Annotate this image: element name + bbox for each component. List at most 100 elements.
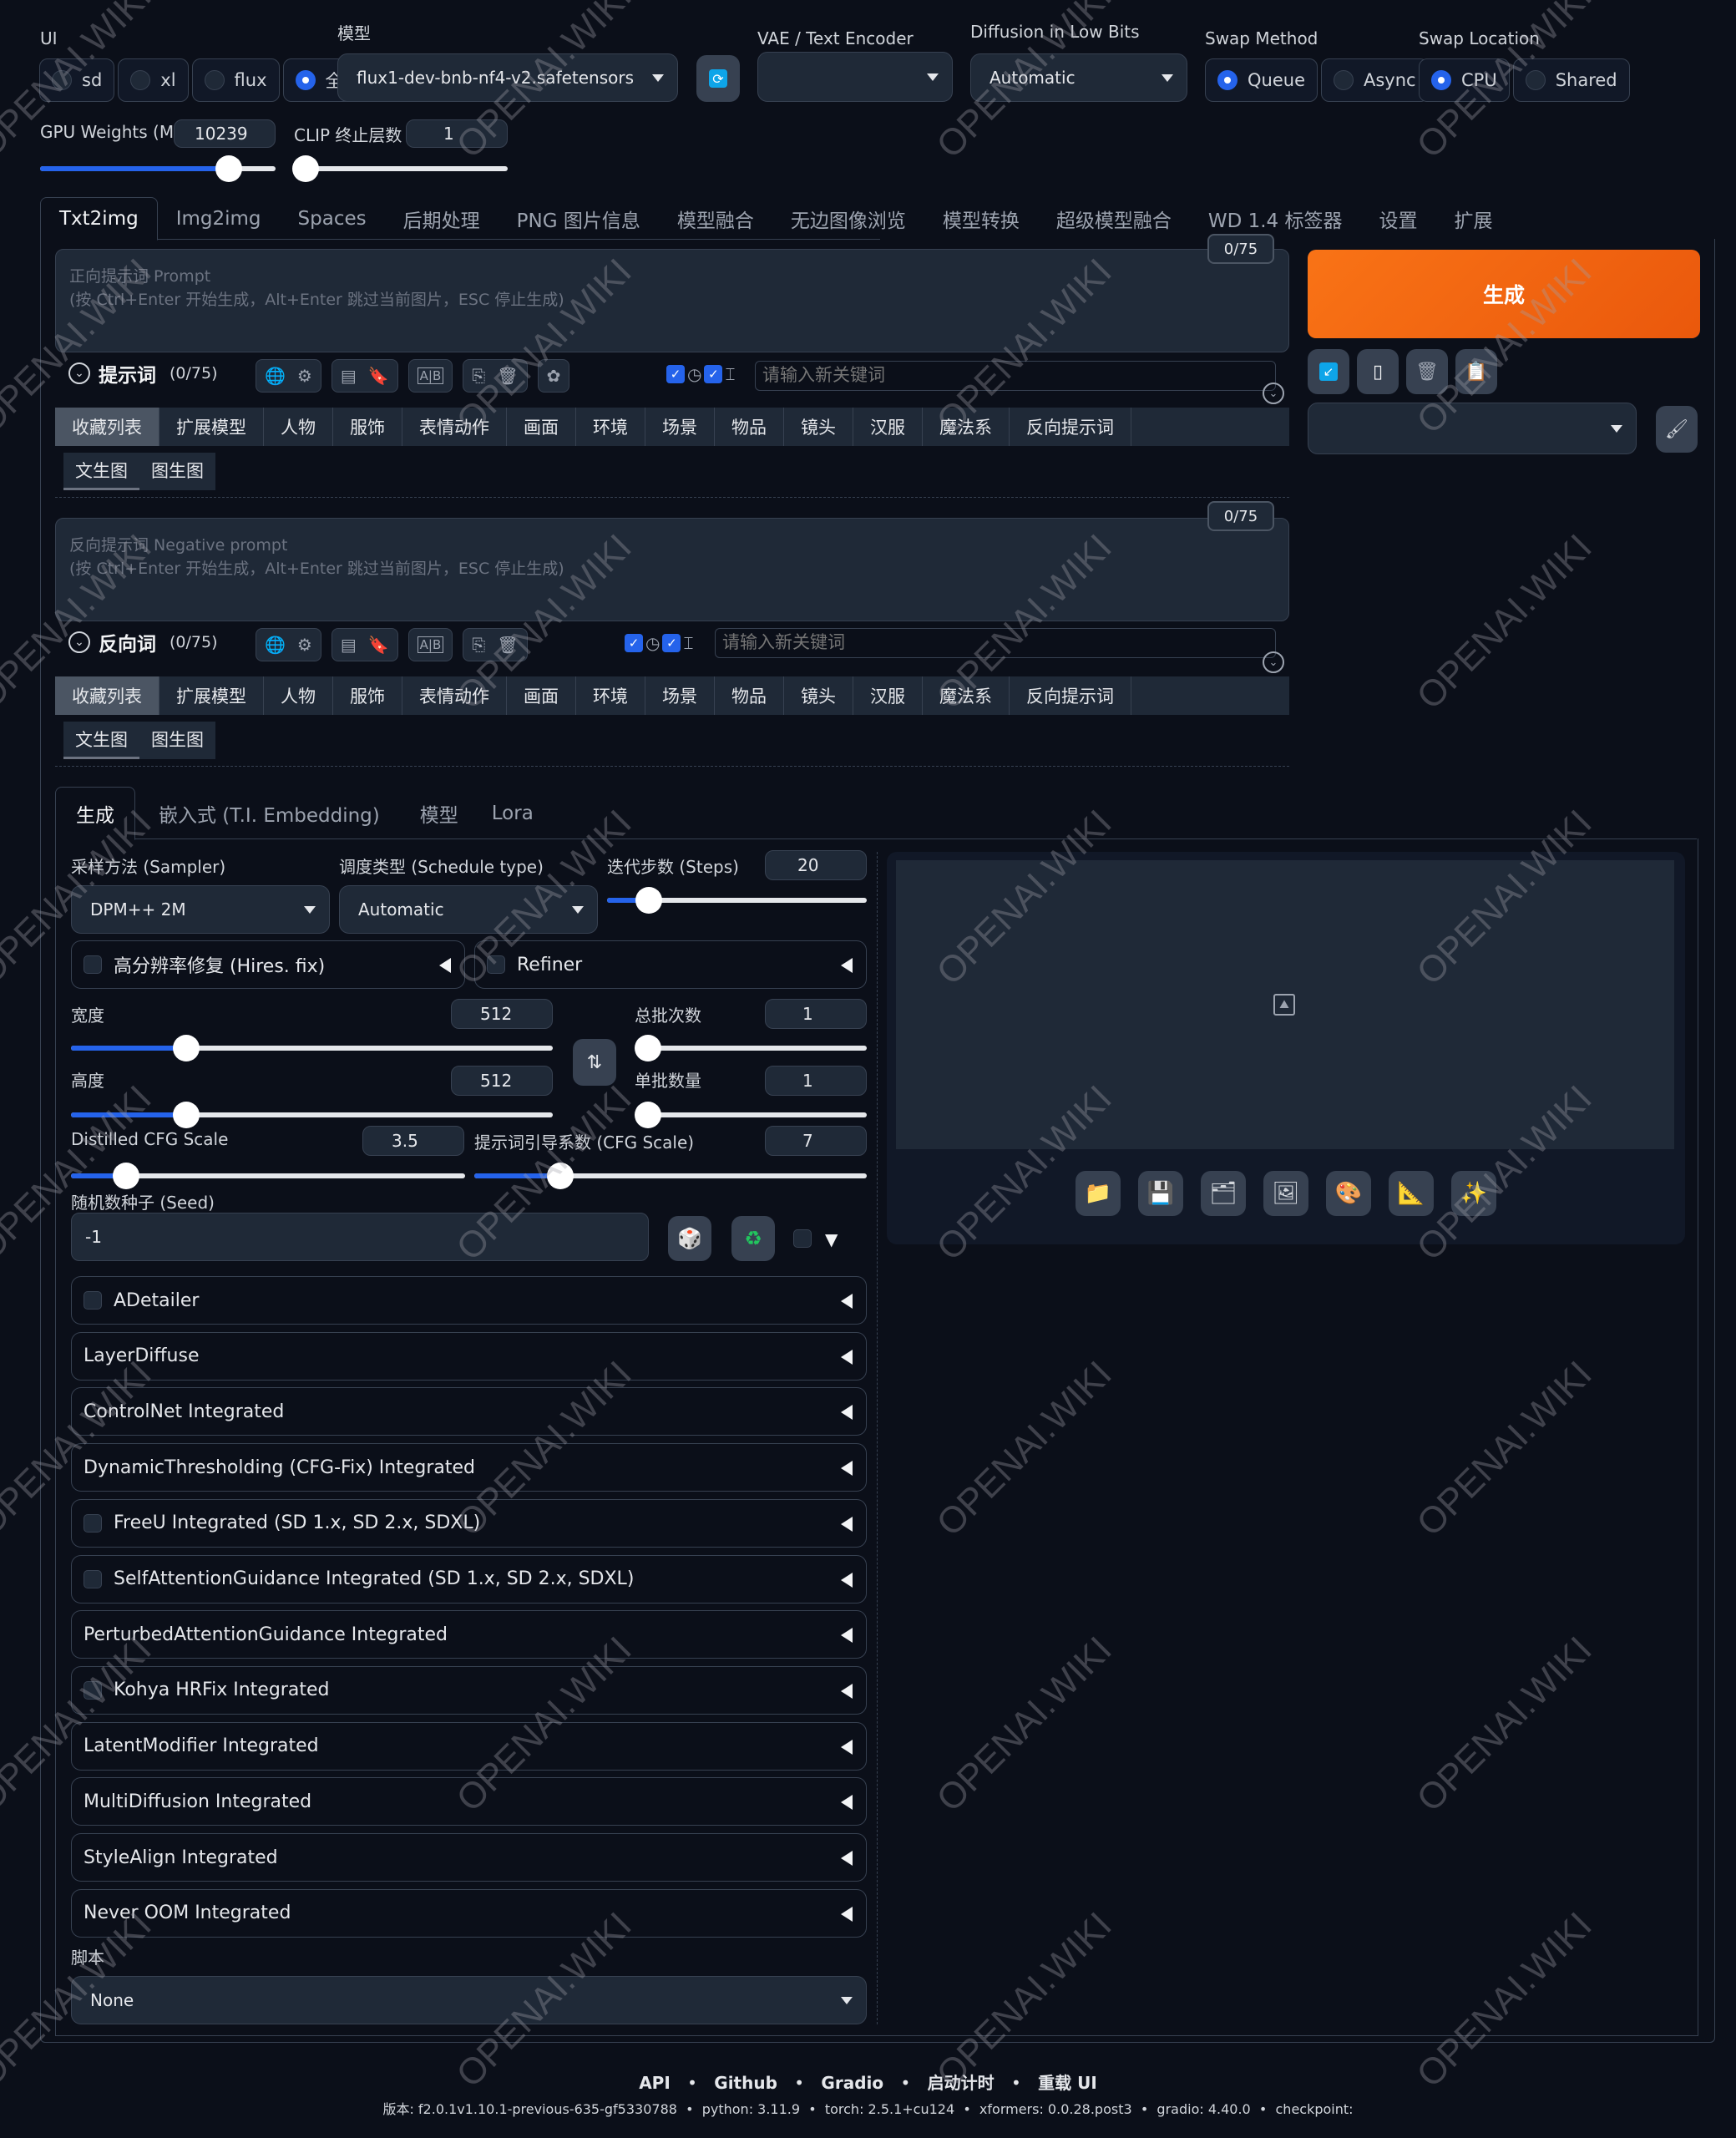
clear-button[interactable]: 🗑 (1406, 349, 1448, 394)
slider-handle[interactable] (635, 1035, 661, 1061)
subtag-img2img[interactable]: 图生图 (139, 722, 215, 759)
bookmark-icon[interactable]: 🔖 (368, 635, 389, 655)
subtag-txt2img[interactable]: 文生图 (63, 453, 139, 490)
footer-link[interactable]: 启动计时 (928, 2073, 995, 2093)
copy-icon[interactable]: ⎘ (472, 366, 485, 386)
checkbox-checked-icon[interactable]: ✓ (625, 634, 643, 652)
edit-styles-button[interactable]: 🖌 (1656, 406, 1698, 453)
cfg-scale-input[interactable]: 7 (765, 1126, 867, 1156)
batch-size-input[interactable]: 1 (765, 1066, 867, 1096)
checkbox-checked-icon[interactable]: ✓ (662, 634, 681, 652)
negative-toolbar-title[interactable]: ⌄ 反向词 (0/75) (68, 628, 218, 656)
accordion-checkbox[interactable] (84, 1513, 102, 1533)
gpu-weights-slider[interactable] (40, 155, 276, 182)
tag-category[interactable]: 魔法系 (923, 408, 1010, 446)
prompt-textarea[interactable]: 正向提示词 Prompt (按 Ctrl+Enter 开始生成，Alt+Ente… (55, 249, 1289, 352)
accordion-item[interactable]: LatentModifier Integrated (71, 1721, 867, 1771)
accordion-checkbox[interactable] (84, 1680, 102, 1700)
zip-button[interactable]: 🗂 (1201, 1171, 1246, 1216)
accordion-checkbox[interactable] (84, 1569, 102, 1588)
gear-icon[interactable]: ⚙ (297, 635, 312, 655)
tab-6[interactable]: 无边图像浏览 (772, 197, 924, 241)
ui-option-xl[interactable]: xl (118, 58, 189, 102)
steps-slider[interactable] (607, 887, 867, 914)
accordion-item[interactable]: ADetailer (71, 1276, 867, 1325)
folder-button[interactable]: 📁 (1076, 1171, 1121, 1216)
batch-count-slider[interactable] (635, 1035, 867, 1061)
slider-handle[interactable] (113, 1163, 140, 1189)
tag-category[interactable]: 画面 (507, 408, 576, 446)
tag-category[interactable]: 表情动作 (402, 408, 507, 446)
slider-handle[interactable] (635, 887, 662, 914)
ab-swap-icon[interactable]: A|B (417, 367, 444, 384)
sparkles-button[interactable]: ✨ (1451, 1171, 1496, 1216)
save-button[interactable]: 💾 (1138, 1171, 1183, 1216)
tab-11[interactable]: 扩展 (1436, 197, 1511, 241)
ruler-button[interactable]: 📐 (1389, 1171, 1434, 1216)
swap-method-queue[interactable]: Queue (1205, 58, 1318, 102)
prompt-toolbar-title[interactable]: ⌄ 提示词 (0/75) (68, 359, 218, 388)
accordion-item[interactable]: LayerDiffuse (71, 1331, 867, 1381)
tag-category[interactable]: 人物 (264, 408, 333, 446)
width-slider[interactable] (71, 1035, 553, 1061)
hires-fix-accordion[interactable]: 高分辨率修复 (Hires. fix) (71, 940, 465, 989)
ui-option-flux[interactable]: flux (191, 58, 280, 102)
swap-location-cpu[interactable]: CPU (1419, 58, 1510, 102)
tab-0[interactable]: Txt2img (40, 197, 158, 241)
clip-skip-slider[interactable] (292, 155, 508, 182)
accordion-item[interactable]: PerturbedAttentionGuidance Integrated (71, 1610, 867, 1659)
accordion-item[interactable]: MultiDiffusion Integrated (71, 1777, 867, 1826)
tag-category[interactable]: 反向提示词 (1010, 676, 1131, 715)
bookmark-icon[interactable]: 🔖 (368, 366, 389, 386)
history-icon[interactable]: ▤ (341, 366, 357, 386)
tag-category[interactable]: 环境 (576, 676, 645, 715)
distilled-cfg-input[interactable]: 3.5 (362, 1126, 464, 1156)
tab-7[interactable]: 模型转换 (924, 197, 1038, 241)
globe-icon[interactable]: 🌐 (265, 366, 286, 386)
tag-category[interactable]: 场景 (645, 408, 715, 446)
tag-category[interactable]: 魔法系 (923, 676, 1010, 715)
tag-category[interactable]: 服饰 (333, 676, 402, 715)
model-select[interactable]: flux1-dev-bnb-nf4-v2.safetensors (337, 53, 678, 102)
tag-category[interactable]: 收藏列表 (55, 408, 159, 446)
accordion-checkbox[interactable] (84, 1291, 102, 1310)
subtag-img2img[interactable]: 图生图 (139, 453, 215, 490)
height-slider[interactable] (71, 1102, 553, 1128)
distilled-cfg-slider[interactable] (71, 1163, 465, 1189)
globe-icon[interactable]: 🌐 (265, 635, 286, 655)
refiner-checkbox[interactable] (487, 955, 505, 974)
accordion-item[interactable]: Kohya HRFix Integrated (71, 1665, 867, 1715)
subtab-model[interactable]: 模型 (403, 799, 475, 828)
slider-handle[interactable] (635, 1102, 661, 1128)
batch-count-input[interactable]: 1 (765, 999, 867, 1029)
sampler-select[interactable]: DPM++ 2M (71, 885, 330, 934)
height-input[interactable]: 512 (451, 1066, 553, 1096)
extra-seed-toggle-icon[interactable]: ▼ (825, 1229, 838, 1249)
prompt-keyword-input[interactable] (755, 361, 1276, 391)
slider-handle[interactable] (215, 155, 242, 182)
tab-10[interactable]: 设置 (1361, 197, 1436, 241)
tag-category[interactable]: 汉服 (853, 676, 923, 715)
negative-keyword-input[interactable] (715, 628, 1276, 658)
tag-category[interactable]: 人物 (264, 676, 333, 715)
seed-input[interactable]: -1 (71, 1213, 649, 1261)
footer-link[interactable]: Github (714, 2073, 777, 2093)
subtab-generate[interactable]: 生成 (55, 787, 135, 840)
subtab-lora[interactable]: Lora (475, 803, 550, 824)
notepad-button[interactable]: ▯ (1357, 349, 1399, 394)
clipboard-button[interactable]: 📋 (1455, 349, 1497, 394)
tag-category[interactable]: 画面 (507, 676, 576, 715)
openai-icon[interactable]: ✿ (547, 366, 561, 386)
hires-fix-checkbox[interactable] (84, 955, 102, 974)
copy-icon[interactable]: ⎘ (472, 635, 485, 655)
gpu-weights-input[interactable]: 10239 (174, 119, 276, 148)
batch-size-slider[interactable] (635, 1102, 867, 1128)
accordion-item[interactable]: FreeU Integrated (SD 1.x, SD 2.x, SDXL) (71, 1498, 867, 1548)
accordion-item[interactable]: Never OOM Integrated (71, 1888, 867, 1938)
tab-5[interactable]: 模型融合 (659, 197, 772, 241)
generate-button[interactable]: 生成 (1308, 250, 1700, 338)
swap-location-shared[interactable]: Shared (1512, 58, 1630, 102)
checkbox-checked-icon[interactable]: ✓ (666, 365, 685, 383)
checkbox-checked-icon[interactable]: ✓ (704, 365, 723, 383)
swap-method-async[interactable]: Async (1321, 58, 1429, 102)
